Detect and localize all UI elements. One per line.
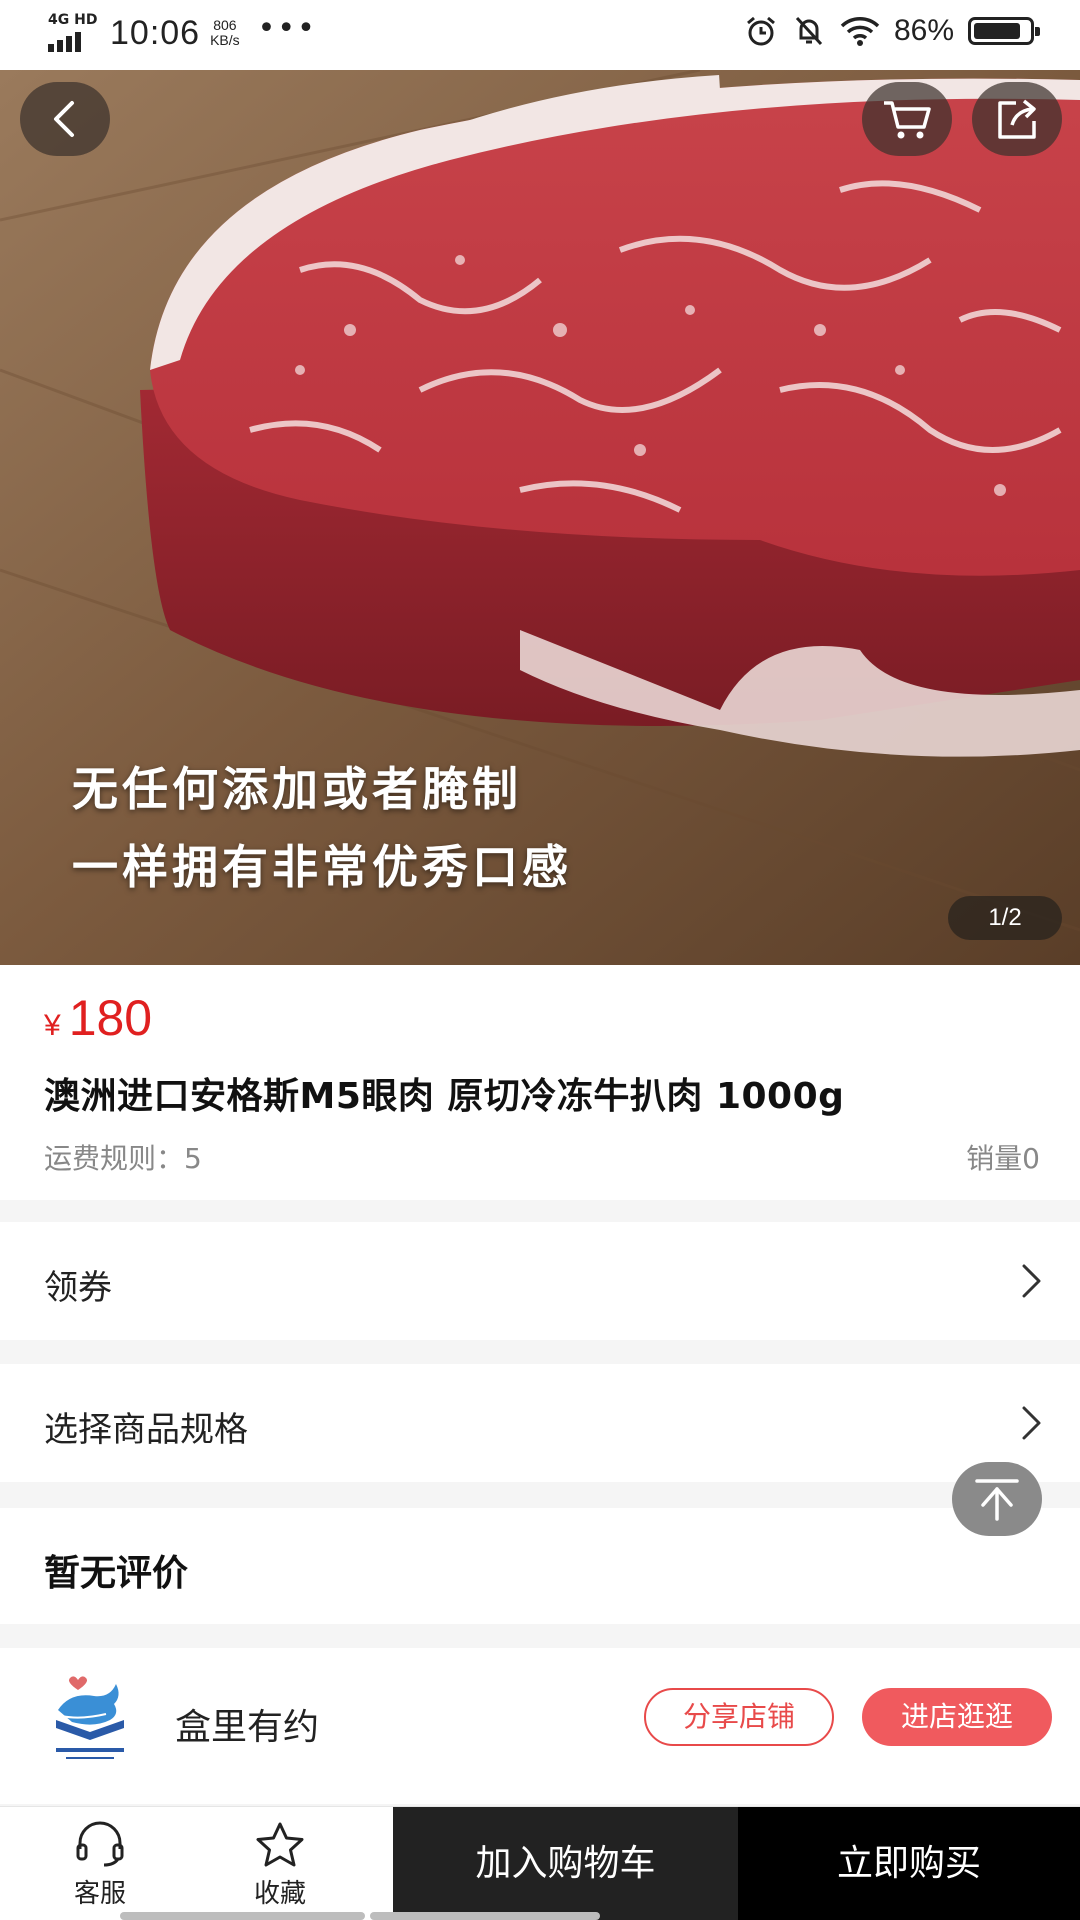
product-title: 澳洲进口安格斯M5眼肉 原切冷冻牛扒肉 1000g [44, 1076, 845, 1117]
battery-icon [968, 17, 1040, 45]
back-button[interactable] [20, 82, 110, 156]
clock: 10:06 [110, 13, 201, 52]
headset-icon [76, 1821, 124, 1867]
mute-bell-icon [795, 16, 823, 46]
image-pager: 1/2 [948, 896, 1062, 940]
coupon-row[interactable]: 领券 [0, 1222, 1080, 1340]
cart-icon [884, 101, 931, 139]
chevron-right-icon [1022, 1406, 1041, 1440]
bottom-action-bar: 客服 收藏 加入购物车 立即购买 [0, 1806, 1080, 1920]
share-button[interactable] [972, 82, 1062, 156]
reviews-section: 暂无评价 [0, 1508, 1080, 1624]
nav-indicator-right [370, 1912, 600, 1920]
sales-count: 销量0 [966, 1142, 1040, 1175]
more-notifications-icon: ••• [257, 10, 317, 46]
favorite-tab[interactable]: 收藏 [190, 1807, 370, 1920]
coupon-label: 领券 [44, 1268, 112, 1308]
network-speed: 806 KB/s [210, 17, 240, 48]
currency-symbol: ¥ [44, 1009, 61, 1042]
shop-logo[interactable] [50, 1670, 130, 1762]
enter-shop-button[interactable]: 进店逛逛 [862, 1688, 1052, 1746]
alarm-icon [746, 16, 775, 46]
battery-percent: 86% [893, 14, 954, 47]
shop-section: 盒里有约 分享店铺 进店逛逛 [0, 1648, 1080, 1804]
chevron-left-icon [54, 101, 74, 137]
customer-service-tab[interactable]: 客服 [10, 1807, 190, 1920]
add-to-cart-button[interactable]: 加入购物车 [393, 1807, 738, 1920]
image-caption: 无任何添加或者腌制 一样拥有非常优秀口感 [72, 762, 572, 894]
status-bar: 4G HD 10:06 806 KB/s ••• 86% [0, 0, 1080, 70]
favorite-label: 收藏 [253, 1879, 306, 1909]
no-reviews-label: 暂无评价 [44, 1553, 189, 1594]
buy-now-button[interactable]: 立即购买 [738, 1807, 1080, 1920]
status-left: 4G HD 10:06 806 KB/s ••• [48, 10, 317, 54]
nav-indicator-left [120, 1912, 365, 1920]
cart-button[interactable] [862, 82, 952, 156]
spec-label: 选择商品规格 [44, 1410, 248, 1450]
product-image-carousel[interactable]: 无任何添加或者腌制 一样拥有非常优秀口感 1/2 [0, 70, 1080, 965]
network-type: 4G HD [48, 12, 98, 28]
freight-rule: 运费规则：5 [44, 1142, 202, 1175]
share-shop-button[interactable]: 分享店铺 [644, 1688, 834, 1746]
status-right: 86% [744, 14, 1040, 48]
battery-level [974, 23, 1021, 39]
signal-icon: 4G HD [48, 12, 100, 54]
chevron-right-icon [1022, 1264, 1041, 1298]
service-label: 客服 [73, 1879, 126, 1909]
price: ¥180 [44, 989, 152, 1047]
spec-select-row[interactable]: 选择商品规格 [0, 1364, 1080, 1482]
product-info: ¥180 澳洲进口安格斯M5眼肉 原切冷冻牛扒肉 1000g 运费规则：5 销量… [0, 965, 1080, 1200]
shop-name: 盒里有约 [175, 1707, 320, 1748]
star-icon [256, 1822, 304, 1867]
product-detail-page: 4G HD 10:06 806 KB/s ••• 86% 无任何添加或者腌制 一… [0, 0, 1080, 1920]
share-icon [998, 99, 1036, 139]
scroll-top-icon [975, 1479, 1019, 1521]
scroll-top-button[interactable] [952, 1462, 1042, 1536]
wifi-icon [840, 17, 880, 46]
price-value: 180 [68, 990, 153, 1046]
